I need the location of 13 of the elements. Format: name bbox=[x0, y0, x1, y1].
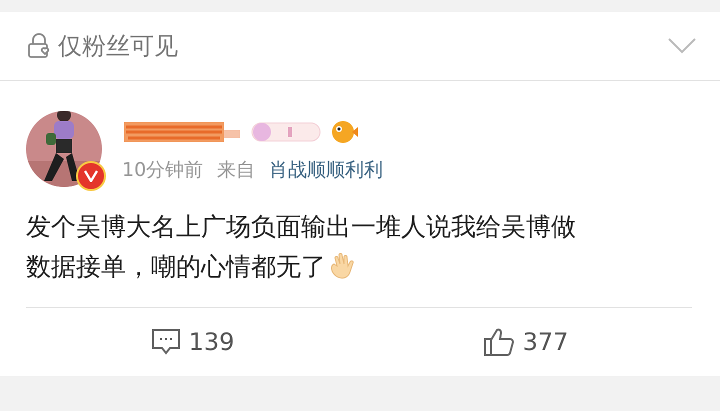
pufferfish-icon bbox=[330, 119, 358, 145]
visibility-bar[interactable]: 仅粉丝可见 bbox=[0, 12, 720, 81]
lock-heart-icon bbox=[26, 33, 52, 59]
source-label: 来自 bbox=[217, 158, 256, 183]
thumbs-up-icon[interactable] bbox=[482, 327, 515, 357]
visibility-label: 仅粉丝可见 bbox=[58, 31, 179, 62]
post-time: 10分钟前 bbox=[122, 158, 204, 183]
comment-count: 139 bbox=[188, 328, 234, 356]
post-text-line: 数据接单，嘲的心情都无了 bbox=[26, 252, 326, 281]
comment-icon[interactable] bbox=[150, 328, 181, 356]
post-text-line: 发个吴博大名上广场负面输出一堆人说我给吴博做 bbox=[26, 212, 576, 241]
source-link[interactable]: 肖战顺顺利利 bbox=[269, 157, 384, 183]
like-count: 377 bbox=[522, 328, 568, 356]
